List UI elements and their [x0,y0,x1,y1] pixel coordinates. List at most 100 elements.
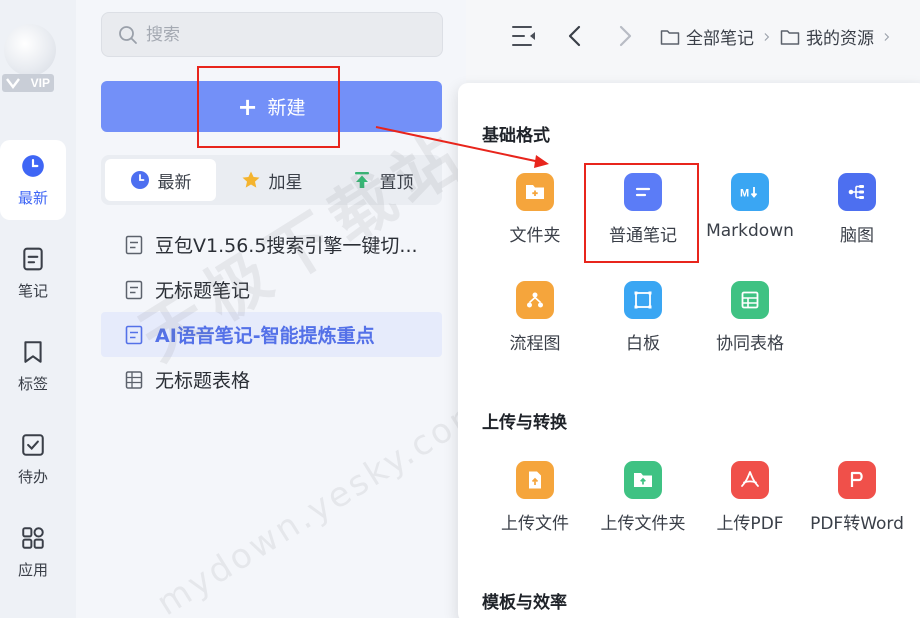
breadcrumb-item[interactable]: 全部笔记 [686,24,754,49]
markdown-icon: M [731,173,769,211]
vip-badge-label: VIP [30,76,50,90]
menu-item-markdown[interactable]: M Markdown [695,173,805,241]
plus-icon: + [237,92,258,121]
search-box[interactable] [101,12,443,57]
menu-item-label: PDF转Word [810,514,904,534]
sidebar-item-label: 最新 [17,188,48,207]
section-title-upload: 上传与转换 [482,413,567,433]
note-icon [23,247,43,270]
vip-avatar[interactable]: VIP [2,24,56,94]
tab-starred[interactable]: 加星 [216,159,327,201]
note-list-panel: + 新建 最新 加星 置顶 豆包V1.56.5搜索引擎一键切... 无标题笔记 … [76,0,466,618]
note-list: 豆包V1.56.5搜索引擎一键切... 无标题笔记 AI语音笔记-智能提炼重点 … [101,222,442,402]
chevron-right-icon [764,32,770,41]
menu-item-pdf-to-word[interactable]: PDF转Word [802,461,912,534]
flowchart-icon [516,281,554,319]
filter-tabs: 最新 加星 置顶 [101,155,442,205]
list-item-selected[interactable]: AI语音笔记-智能提炼重点 [101,312,442,357]
menu-item-label: 普通笔记 [609,226,677,246]
table-icon [731,281,769,319]
note-icon [125,235,143,254]
sidebar-item-tags[interactable]: 标签 [0,326,66,406]
menu-item-label: 脑图 [840,226,874,246]
section-title-basic: 基础格式 [482,126,550,146]
menu-item-label: 上传PDF [716,514,784,534]
menu-item-label: 文件夹 [509,226,561,246]
sidebar-item-apps[interactable]: 应用 [0,512,66,592]
collapse-sidebar-icon[interactable] [510,22,538,50]
menu-item-label: 白板 [626,334,660,354]
menu-item-upload-file[interactable]: 上传文件 [480,461,590,534]
sidebar-item-todo[interactable]: 待办 [0,419,66,499]
menu-item-label: Markdown [706,221,794,241]
upload-folder-icon [624,461,662,499]
folder-add-icon [516,173,554,211]
search-icon [119,25,137,44]
pin-top-icon [354,172,369,188]
note-title: AI语音笔记-智能提炼重点 [155,325,375,347]
menu-item-collab-table[interactable]: 协同表格 [695,281,805,354]
new-button[interactable]: + 新建 [101,81,442,132]
checkbox-icon [22,433,44,456]
menu-item-plain-note[interactable]: 普通笔记 [588,173,698,246]
pdf-icon [731,461,769,499]
menu-item-label: 上传文件 [501,514,569,534]
menu-item-upload-folder[interactable]: 上传文件夹 [588,461,698,534]
new-button-label: 新建 [267,97,306,119]
whiteboard-icon [624,281,662,319]
apps-grid-icon [22,526,44,549]
vip-chevron-icon [6,78,20,89]
mindmap-icon [838,173,876,211]
pdf-to-word-icon [838,461,876,499]
note-title: 豆包V1.56.5搜索引擎一键切... [155,235,418,257]
search-input[interactable] [146,24,426,45]
note-title: 无标题笔记 [155,280,251,302]
breadcrumb: 全部笔记 我的资源 [660,24,894,49]
menu-item-mindmap[interactable]: 脑图 [802,173,912,246]
note-icon [125,325,143,344]
list-item[interactable]: 无标题笔记 [101,267,442,312]
menu-item-label: 协同表格 [716,334,784,354]
forward-icon[interactable] [610,22,638,50]
chevron-right-icon [884,32,890,41]
create-menu: 基础格式 文件夹 普通笔记 M Markdown 脑图 流程图 白板 协同表格 … [458,83,920,618]
left-rail: VIP 最新 笔记 标签 待办 应用 [0,0,76,618]
tab-label: 置顶 [379,172,414,193]
list-item[interactable]: 豆包V1.56.5搜索引擎一键切... [101,222,442,267]
menu-item-label: 上传文件夹 [600,514,686,534]
list-item[interactable]: 无标题表格 [101,357,442,402]
clock-icon [130,171,149,189]
sidebar-item-notes[interactable]: 笔记 [0,233,66,313]
menu-item-flowchart[interactable]: 流程图 [480,281,590,354]
avatar[interactable] [4,24,56,76]
table-icon [125,370,143,389]
sidebar-item-label: 标签 [17,374,48,393]
tab-label: 最新 [157,172,192,193]
clock-icon [22,154,44,177]
menu-item-folder[interactable]: 文件夹 [480,173,590,246]
folder-icon [780,29,800,45]
upload-file-icon [516,461,554,499]
menu-item-label: 流程图 [509,334,561,354]
sidebar-item-label: 笔记 [17,281,48,300]
menu-item-upload-pdf[interactable]: 上传PDF [695,461,805,534]
svg-text:M: M [740,188,749,200]
tab-pinned[interactable]: 置顶 [327,159,438,201]
star-icon [242,171,259,188]
section-title-templates: 模板与效率 [482,593,567,613]
menu-item-whiteboard[interactable]: 白板 [588,281,698,354]
folder-icon [660,29,680,45]
note-title: 无标题表格 [155,370,251,392]
note-icon [125,280,143,299]
tab-recent[interactable]: 最新 [105,159,216,201]
vip-badge: VIP [2,74,54,92]
sidebar-item-label: 应用 [17,560,48,579]
back-icon[interactable] [562,22,590,50]
sidebar-item-label: 待办 [17,467,48,486]
sidebar-item-recent[interactable]: 最新 [0,140,66,220]
breadcrumb-item[interactable]: 我的资源 [806,24,874,49]
note-lines-icon [624,173,662,211]
top-toolbar: 全部笔记 我的资源 [466,0,920,80]
bookmark-icon [24,340,42,363]
tab-label: 加星 [268,172,303,193]
